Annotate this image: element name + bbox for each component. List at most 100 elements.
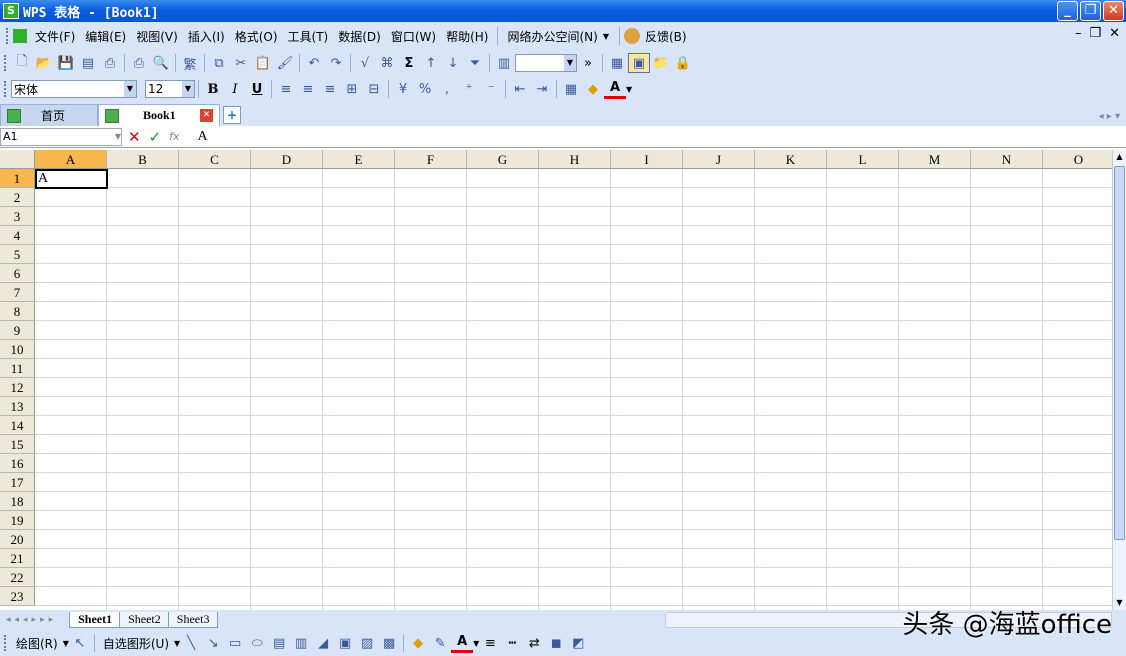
column-header-l[interactable]: L [827,150,899,169]
menu-network-space[interactable]: 网络办公空间(N) [502,28,602,45]
italic-button[interactable]: I [224,79,246,99]
font-color-icon[interactable]: A [604,79,626,99]
sheet-tab-1[interactable]: Sheet1 [69,612,122,628]
vertical-textbox-icon[interactable]: ▥ [290,633,312,653]
menu-format[interactable]: 格式(O) [230,28,283,45]
doc-tab-book1[interactable]: Book1 ✕ [98,104,220,126]
print-preview-icon[interactable]: ⎙ [99,53,121,73]
row-header-8[interactable]: 8 [0,302,35,321]
row-header-23[interactable]: 23 [0,587,35,606]
clipart-icon[interactable]: ▣ [334,633,356,653]
chevron-down-icon[interactable]: ▼ [626,85,632,94]
percent-button[interactable]: % [414,79,436,99]
freeze-panes-icon[interactable]: ▦ [606,53,628,73]
format-painter-icon[interactable]: 🖌 [274,53,296,73]
undo-icon[interactable]: ↶ [303,53,325,73]
more-tools-icon[interactable]: » [577,53,599,73]
paste-icon[interactable]: 📋 [252,53,274,73]
cut-icon[interactable]: ✂ [230,53,252,73]
zoom-icon[interactable]: 🔍 [150,53,172,73]
row-header-12[interactable]: 12 [0,378,35,397]
name-box[interactable]: A1 ▼ [0,127,122,146]
row-header-15[interactable]: 15 [0,435,35,454]
underline-button[interactable]: U [246,79,268,99]
redo-icon[interactable]: ↷ [325,53,347,73]
vertical-scrollbar[interactable]: ▲ ▼ [1112,150,1126,610]
close-tab-icon[interactable]: ✕ [200,109,213,122]
new-icon[interactable]: 🗋 [11,53,33,73]
row-header-18[interactable]: 18 [0,492,35,511]
merge-center-icon[interactable]: ⊟ [363,79,385,99]
restore-button[interactable]: ❐ [1080,1,1101,21]
doc-minimize-button[interactable]: – [1075,26,1082,41]
formula-input[interactable]: A [198,129,208,145]
merge-icon[interactable]: ⊞ [341,79,363,99]
row-header-9[interactable]: 9 [0,321,35,340]
lock-icon[interactable]: 🔒 [672,53,694,73]
column-header-h[interactable]: H [539,150,611,169]
doc-restore-button[interactable]: ❐ [1089,26,1101,41]
arrow-style-icon[interactable]: ⇄ [523,633,545,653]
column-header-n[interactable]: N [971,150,1043,169]
bold-button[interactable]: B [202,79,224,99]
align-right-icon[interactable]: ≡ [319,79,341,99]
ellipse-icon[interactable]: ⬭ [246,633,268,653]
font-size-select[interactable]: 12 ▼ [145,80,195,98]
chevron-down-icon[interactable]: ▼ [603,32,609,41]
row-header-14[interactable]: 14 [0,416,35,435]
column-header-j[interactable]: J [683,150,755,169]
spreadsheet-grid[interactable]: A B C D E F G H I J K L M N O 1 2 3 4 5 6 7 8 9 10 11 12 13 14 15 16 17… [0,150,1112,610]
line-icon[interactable]: ╲ [180,633,202,653]
minimize-button[interactable]: _ [1057,1,1078,21]
confirm-icon[interactable]: ✓ [149,128,162,146]
decrease-indent-icon[interactable]: ⇤ [509,79,531,99]
row-header-5[interactable]: 5 [0,245,35,264]
sheet-tab-2[interactable]: Sheet2 [119,612,170,628]
wordart-icon[interactable]: ◢ [312,633,334,653]
menu-data[interactable]: 数据(D) [333,28,386,45]
column-header-a[interactable]: A [35,150,107,169]
align-center-icon[interactable]: ≡ [297,79,319,99]
row-header-11[interactable]: 11 [0,359,35,378]
3d-icon[interactable]: ◩ [567,633,589,653]
close-button[interactable]: ✕ [1103,1,1124,21]
row-header-22[interactable]: 22 [0,568,35,587]
textbox-icon[interactable]: ▤ [268,633,290,653]
function-icon[interactable]: √ [354,53,376,73]
filter-icon[interactable]: ⏷ [464,53,486,73]
borders-icon[interactable]: ▦ [560,79,582,99]
shadow-icon[interactable]: ◼ [545,633,567,653]
rectangle-icon[interactable]: ▭ [224,633,246,653]
draw-font-color-icon[interactable]: A [451,633,474,653]
font-select[interactable]: 宋体 ▼ [11,80,137,98]
column-header-g[interactable]: G [467,150,539,169]
doc-tab-home[interactable]: 首页 [0,104,98,126]
currency-icon[interactable]: ¥ [392,79,414,99]
row-header-6[interactable]: 6 [0,264,35,283]
column-header-c[interactable]: C [179,150,251,169]
line-color-icon[interactable]: ✎ [429,633,451,653]
row-header-10[interactable]: 10 [0,340,35,359]
column-header-m[interactable]: M [899,150,971,169]
chart-icon[interactable]: ▥ [493,53,515,73]
column-header-f[interactable]: F [395,150,467,169]
row-header-1[interactable]: 1 [0,169,35,188]
row-header-2[interactable]: 2 [0,188,35,207]
line-style-icon[interactable]: ≡ [479,633,501,653]
open-icon[interactable]: 📂 [33,53,55,73]
increase-decimal-icon[interactable]: ⁺ [458,79,480,99]
menu-help[interactable]: 帮助(H) [441,28,493,45]
save-icon[interactable]: 💾 [55,53,77,73]
row-header-3[interactable]: 3 [0,207,35,226]
decrease-decimal-icon[interactable]: ⁻ [480,79,502,99]
active-cell-a1[interactable]: A [35,169,108,189]
draw-menu-button[interactable]: 绘图(R) [11,635,63,652]
sheet-nav-arrows-icon[interactable]: ◂◂◂▸▸▸ [6,615,57,625]
sort-ascending-icon[interactable]: ↑ [420,53,442,73]
doc-close-button[interactable]: ✕ [1109,26,1120,41]
select-pointer-icon[interactable]: ↖ [69,633,91,653]
row-header-21[interactable]: 21 [0,549,35,568]
column-header-d[interactable]: D [251,150,323,169]
row-header-19[interactable]: 19 [0,511,35,530]
row-header-17[interactable]: 17 [0,473,35,492]
